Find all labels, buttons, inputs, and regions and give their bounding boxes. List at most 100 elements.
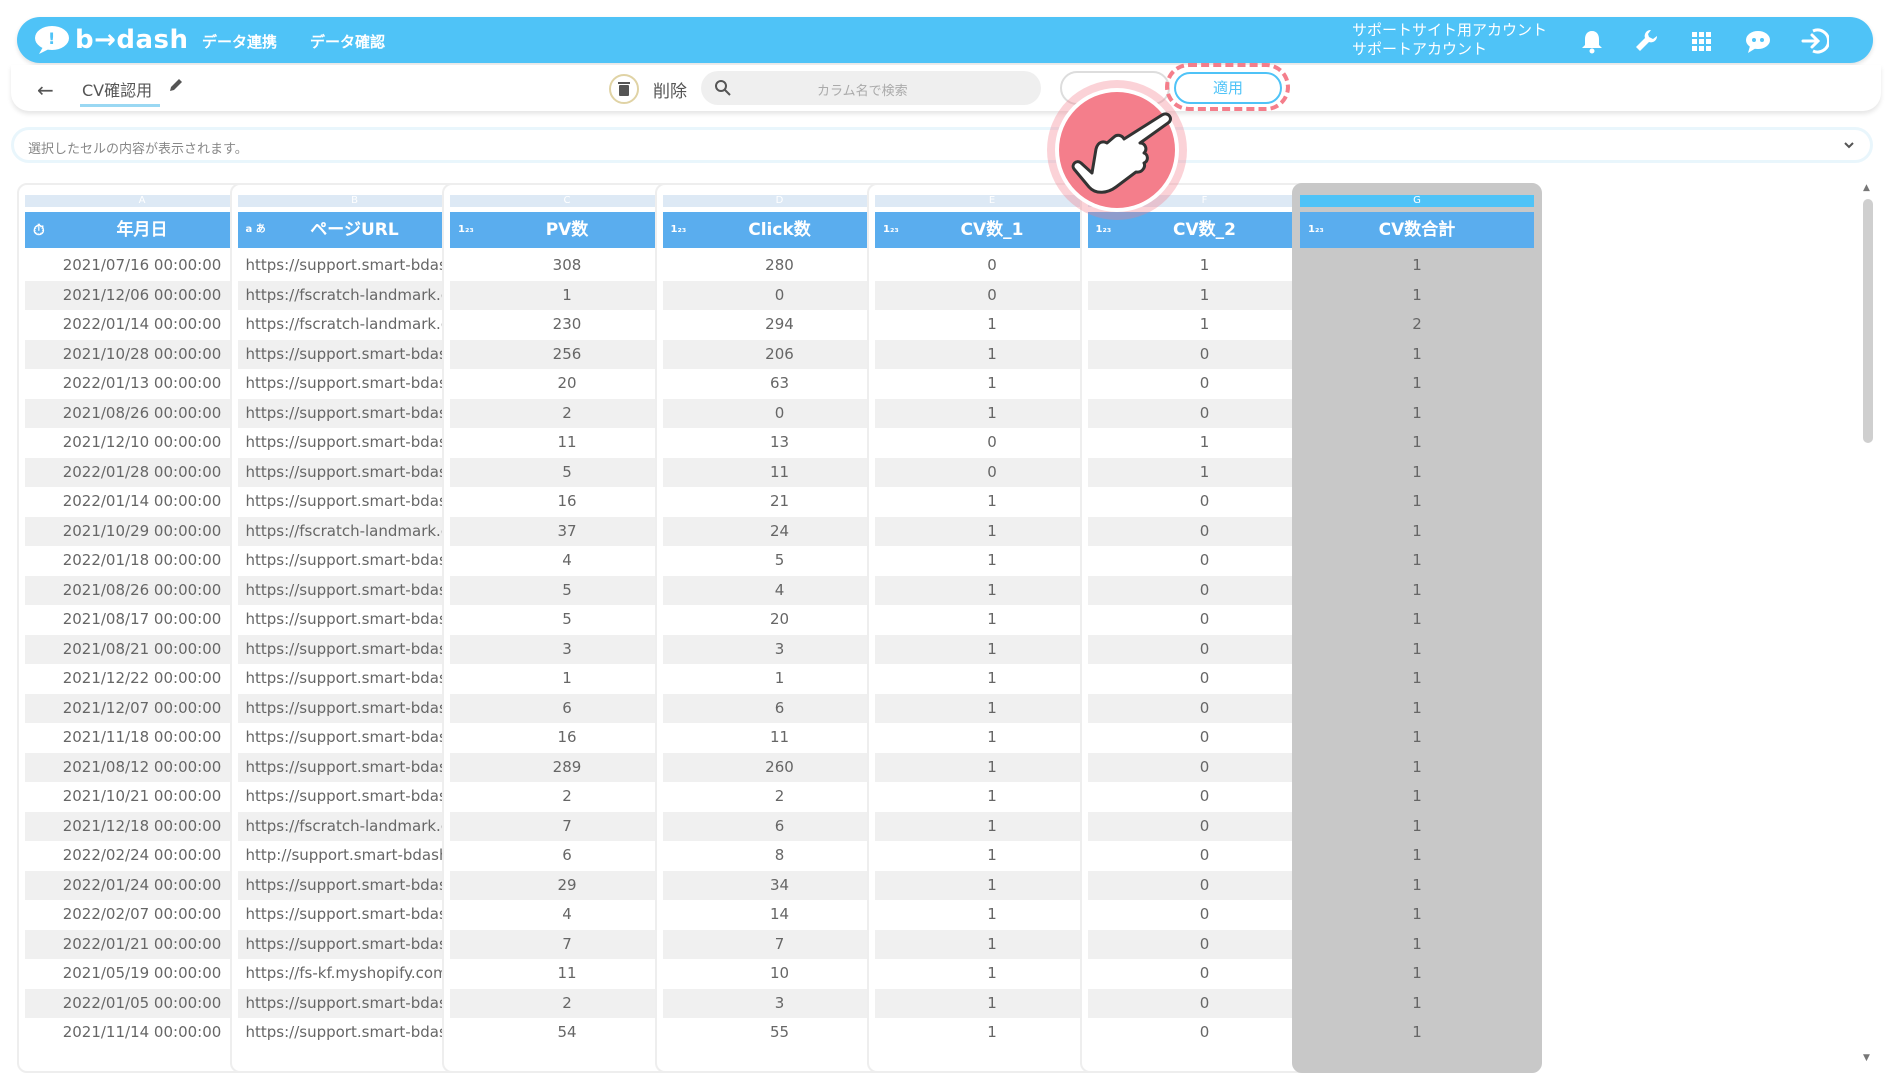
column-header[interactable]: ⏱ 年月日 (25, 212, 259, 248)
table-cell[interactable]: 1 (1300, 664, 1534, 694)
table-cell[interactable]: 1 (1087, 457, 1322, 487)
table-cell[interactable]: https://support.smart-bdash... (238, 782, 472, 812)
table-cell[interactable]: https://support.smart-bdash... (237, 752, 472, 782)
table-cell[interactable]: 1 (1300, 870, 1534, 900)
table-cell[interactable]: 0 (662, 398, 897, 428)
table-cell[interactable]: 2 (450, 988, 684, 1018)
table-cell[interactable]: 1 (1300, 605, 1534, 635)
table-cell[interactable]: 1 (1300, 251, 1534, 281)
table-cell[interactable]: 1 (875, 811, 1109, 841)
table-cell[interactable]: 3 (662, 988, 897, 1018)
table-cell[interactable]: 7 (662, 929, 897, 959)
table-cell[interactable]: 2022/02/24 00:00:00 (25, 841, 259, 871)
bell-icon[interactable] (1577, 26, 1607, 56)
table-cell[interactable]: https://fscratch-landmark.co... (238, 310, 472, 340)
table-cell[interactable]: 37 (450, 516, 684, 546)
column-header[interactable]: 1₂₃ CV数合計 (1300, 212, 1534, 248)
table-cell[interactable]: 230 (450, 310, 684, 340)
table-cell[interactable]: https://support.smart-bdash... (237, 929, 472, 959)
table-cell[interactable]: 1 (1088, 428, 1322, 458)
table-cell[interactable]: 260 (662, 752, 897, 782)
table-cell[interactable]: 2 (663, 782, 897, 812)
table-cell[interactable]: http://support.smart-bdash.... (238, 841, 472, 871)
table-cell[interactable]: 1 (875, 988, 1109, 1018)
table-cell[interactable]: 1 (875, 487, 1109, 517)
table-cell[interactable]: 0 (1088, 487, 1322, 517)
table-cell[interactable]: 0 (1088, 723, 1322, 753)
table-cell[interactable]: 2022/02/07 00:00:00 (25, 900, 259, 930)
table-cell[interactable]: https://support.smart-bdash... (237, 870, 472, 900)
wrench-icon[interactable] (1631, 26, 1661, 56)
table-cell[interactable]: 0 (1088, 1018, 1322, 1048)
table-cell[interactable]: 2021/12/06 00:00:00 (25, 280, 259, 310)
table-cell[interactable]: https://support.smart-bdash... (238, 664, 472, 694)
table-cell[interactable]: 2021/08/21 00:00:00 (25, 634, 259, 664)
table-cell[interactable]: 7 (450, 929, 684, 959)
table-cell[interactable]: 0 (1087, 339, 1322, 369)
apply-button[interactable]: 適用 (1174, 72, 1282, 104)
table-cell[interactable]: 2021/11/18 00:00:00 (25, 723, 259, 753)
column-search-input[interactable]: カラム名で検索 (701, 71, 1041, 105)
table-cell[interactable]: 1 (875, 782, 1109, 812)
table-cell[interactable]: https://support.smart-bdash... (237, 398, 472, 428)
table-cell[interactable]: https://support.smart-bdash... (237, 693, 472, 723)
table-cell[interactable]: 0 (1088, 900, 1322, 930)
column-letter[interactable]: B (237, 195, 472, 207)
table-cell[interactable]: 0 (1087, 693, 1322, 723)
table-cell[interactable]: 1 (875, 398, 1109, 428)
table-cell[interactable]: 0 (875, 280, 1109, 310)
table-cell[interactable]: 5 (663, 546, 897, 576)
table-cell[interactable]: https://support.smart-bdash... (238, 1018, 472, 1048)
table-cell[interactable]: 2 (450, 782, 684, 812)
table-cell[interactable]: 1 (1300, 487, 1534, 517)
table-cell[interactable]: 2021/08/12 00:00:00 (25, 752, 259, 782)
table-cell[interactable]: 2021/12/18 00:00:00 (25, 811, 259, 841)
delete-button[interactable]: 削除 (653, 77, 687, 102)
table-cell[interactable]: 1 (1088, 310, 1322, 340)
table-cell[interactable]: 1 (1300, 723, 1534, 753)
table-cell[interactable]: https://support.smart-bdash... (237, 575, 472, 605)
table-cell[interactable]: 8 (663, 841, 897, 871)
table-cell[interactable]: 6 (662, 693, 897, 723)
table-cell[interactable]: 2022/01/18 00:00:00 (25, 546, 259, 576)
table-cell[interactable]: 1 (875, 959, 1109, 989)
table-cell[interactable]: 11 (450, 959, 684, 989)
table-cell[interactable]: https://support.smart-bdash... (237, 988, 472, 1018)
table-cell[interactable]: https://support.smart-bdash... (238, 428, 472, 458)
table-cell[interactable]: 1 (1300, 959, 1534, 989)
table-cell[interactable]: https://support.smart-bdash... (238, 900, 472, 930)
table-cell[interactable]: 1 (875, 634, 1109, 664)
table-cell[interactable]: 0 (1087, 870, 1322, 900)
table-cell[interactable]: https://fscratch-landmark.co... (237, 280, 472, 310)
table-cell[interactable]: 1 (1300, 811, 1534, 841)
table-cell[interactable]: 1 (1300, 929, 1534, 959)
table-cell[interactable]: 1 (1300, 693, 1534, 723)
trash-icon[interactable] (609, 74, 639, 104)
table-cell[interactable]: 3 (450, 634, 684, 664)
table-cell[interactable]: 1 (875, 339, 1109, 369)
pencil-icon[interactable] (167, 76, 185, 94)
brand-logo[interactable]: ! b→dash (33, 23, 189, 57)
table-cell[interactable]: 294 (663, 310, 897, 340)
table-cell[interactable]: 0 (1087, 811, 1322, 841)
table-cell[interactable]: 1 (1300, 546, 1534, 576)
table-cell[interactable]: 1 (875, 575, 1109, 605)
table-cell[interactable]: 11 (450, 428, 684, 458)
table-cell[interactable]: 1 (1300, 369, 1534, 399)
table-cell[interactable]: 0 (1088, 664, 1322, 694)
table-cell[interactable]: 6 (450, 841, 684, 871)
grid-icon[interactable] (1686, 26, 1716, 56)
table-cell[interactable]: 0 (1088, 841, 1322, 871)
table-cell[interactable]: 2021/08/26 00:00:00 (25, 575, 259, 605)
table-cell[interactable]: 10 (663, 959, 897, 989)
table-cell[interactable]: 2022/01/28 00:00:00 (25, 457, 259, 487)
table-cell[interactable]: 0 (1087, 988, 1322, 1018)
logout-icon[interactable] (1799, 26, 1829, 56)
table-cell[interactable]: 2021/10/29 00:00:00 (25, 516, 259, 546)
table-cell[interactable]: 5 (450, 457, 684, 487)
table-cell[interactable]: 0 (1088, 369, 1322, 399)
table-cell[interactable]: 1 (875, 870, 1109, 900)
table-cell[interactable]: 280 (663, 251, 897, 281)
table-cell[interactable]: 7 (450, 811, 684, 841)
table-cell[interactable]: 3 (662, 634, 897, 664)
